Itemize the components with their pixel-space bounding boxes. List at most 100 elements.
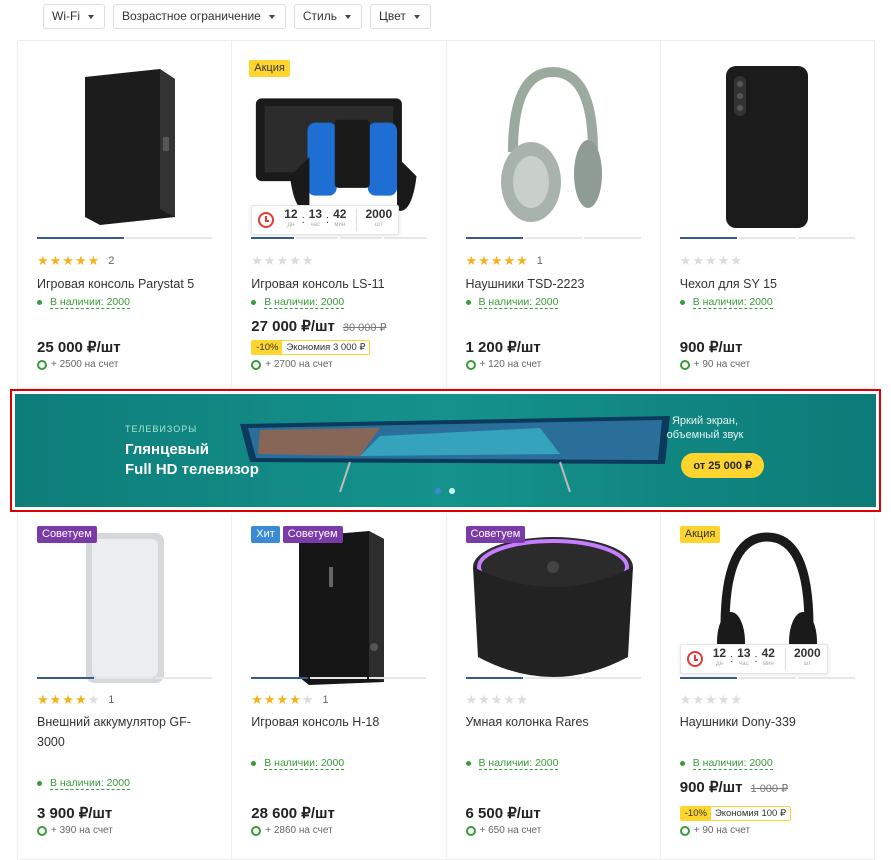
- product-title[interactable]: Игровая консоль Parystat 5: [37, 274, 217, 294]
- promo-banner[interactable]: ТЕЛЕВИЗОРЫ Глянцевый Full HD телевизор Яр…: [10, 389, 881, 512]
- bonus-info: + 390 на счет: [37, 825, 113, 836]
- filter-wifi[interactable]: Wi-Fi: [43, 4, 105, 29]
- discount-percent: -10%: [680, 807, 711, 820]
- recommended-badge: Советуем: [465, 526, 526, 543]
- pager-dot[interactable]: [679, 677, 737, 679]
- old-price: 30 000 ₽: [342, 322, 387, 334]
- old-price: 1 000 ₽: [750, 783, 789, 795]
- pager-dot[interactable]: [384, 237, 427, 239]
- bonus-info: + 2500 на счет: [37, 359, 118, 370]
- product-card[interactable]: ★★★★★ 2 Игровая консоль Parystat 5 В нали…: [18, 41, 233, 389]
- product-title[interactable]: Игровая консоль H-18: [251, 712, 431, 732]
- product-title[interactable]: Внешний аккумулятор GF-3000: [37, 712, 217, 752]
- bonus-icon: [37, 825, 47, 836]
- review-count: 1: [536, 255, 543, 267]
- image-pager[interactable]: [37, 237, 213, 239]
- pager-dot[interactable]: [583, 677, 641, 679]
- product-title[interactable]: Игровая консоль LS-11: [251, 274, 431, 294]
- bonus-icon: [465, 359, 476, 370]
- sale-badge: Акция: [679, 526, 721, 543]
- banner-pager[interactable]: [435, 488, 455, 494]
- banner-dot[interactable]: [435, 488, 441, 494]
- stock-status: В наличии: 2000: [679, 296, 773, 309]
- product-title[interactable]: Умная колонка Rares: [466, 712, 646, 732]
- pager-dot[interactable]: [465, 237, 523, 239]
- image-pager[interactable]: [251, 677, 427, 679]
- bonus-icon: [465, 825, 476, 836]
- pager-dot[interactable]: [524, 677, 582, 679]
- console-icon[interactable]: [251, 527, 426, 687]
- timer-days: 12 дн: [284, 207, 298, 228]
- pager-dot[interactable]: [37, 237, 124, 239]
- image-pager[interactable]: [251, 237, 427, 239]
- pager-dot[interactable]: [155, 677, 213, 679]
- product-grid-row2: Советуем ★★★★ ★ 1 Внешний аккумулятор GF-3…: [17, 515, 875, 860]
- product-card[interactable]: Советуем ★★★★ ★ 1 Внешний аккумулятор GF-3…: [18, 515, 233, 860]
- smart-speaker-icon[interactable]: [466, 527, 641, 687]
- banner-dot[interactable]: [449, 488, 455, 494]
- pager-dot[interactable]: [37, 677, 95, 679]
- discount-percent: -10%: [252, 341, 283, 354]
- product-card[interactable]: ★★★★★ 1 Наушники TSD-2223 В наличии: 2000…: [446, 41, 661, 389]
- pager-dot[interactable]: [679, 237, 737, 239]
- product-card[interactable]: Акция 12 дн : 13 час : 42 мин 2000 шт ★★★★★ …: [232, 41, 447, 389]
- bonus-info: + 90 на счет: [679, 359, 750, 370]
- product-card[interactable]: Советуем ★★★★★ Умная колонка Rares В нал…: [446, 515, 661, 860]
- stock-dot-icon: [37, 781, 42, 786]
- pager-dot[interactable]: [369, 677, 427, 679]
- product-card[interactable]: ★★★★★ Чехол для SY 15 В наличии: 2000 90…: [660, 41, 875, 389]
- sale-badge: Акция: [249, 60, 290, 77]
- filter-style[interactable]: Стиль: [293, 4, 362, 29]
- pager-dot[interactable]: [310, 677, 368, 679]
- timer-quantity: 2000 шт: [784, 647, 821, 670]
- pager-dot[interactable]: [251, 677, 309, 679]
- pager-dot[interactable]: [738, 677, 796, 679]
- pager-dot[interactable]: [583, 237, 641, 239]
- console-icon[interactable]: [37, 57, 212, 237]
- image-pager[interactable]: [465, 677, 641, 679]
- pager-dot[interactable]: [524, 237, 582, 239]
- rating-stars: ★★★★★1: [465, 253, 543, 268]
- banner-price-button[interactable]: от 25 000 ₽: [681, 453, 764, 478]
- tv-image-icon: [240, 416, 670, 493]
- rating-stars: ★★★★★: [679, 692, 744, 707]
- bonus-info: + 2860 на счет: [251, 825, 333, 836]
- stock-status: В наличии: 2000: [465, 757, 559, 770]
- timer-hours: 13 час: [308, 207, 323, 228]
- stock-dot-icon: [679, 761, 685, 766]
- power-bank-icon[interactable]: [37, 527, 212, 687]
- caret-down-icon: [268, 14, 275, 19]
- price: 1 200 ₽/шт: [465, 339, 541, 356]
- filter-age[interactable]: Возрастное ограничение: [112, 4, 286, 29]
- rating-stars: ★★★★★: [251, 253, 315, 268]
- bonus-icon: [37, 359, 47, 370]
- product-title[interactable]: Наушники Dony-339: [680, 712, 860, 732]
- image-pager[interactable]: [679, 677, 855, 679]
- badges: Советуем: [37, 526, 97, 543]
- product-title[interactable]: Чехол для SY 15: [680, 274, 860, 294]
- timer-hours: 13 час: [737, 646, 751, 667]
- pager-dot[interactable]: [797, 677, 855, 679]
- image-pager[interactable]: [679, 237, 855, 239]
- bonus-info: + 120 на счет: [465, 359, 541, 370]
- badges: Советуем: [465, 526, 526, 543]
- pager-dot[interactable]: [96, 677, 154, 679]
- pager-dot[interactable]: [125, 237, 213, 239]
- bonus-icon: [679, 359, 690, 370]
- image-pager[interactable]: [465, 237, 641, 239]
- phone-case-icon[interactable]: [680, 57, 855, 237]
- pager-dot[interactable]: [339, 237, 383, 239]
- pager-dot[interactable]: [797, 237, 855, 239]
- product-title[interactable]: Наушники TSD-2223: [466, 274, 646, 294]
- clock-icon: [686, 651, 703, 667]
- product-card[interactable]: Акция 12 дн : 13 час : 42 мин 2000 шт ★★★★★ …: [660, 515, 875, 860]
- filter-color[interactable]: Цвет: [369, 4, 431, 29]
- pager-dot[interactable]: [465, 677, 523, 679]
- headphones-icon[interactable]: [466, 57, 641, 237]
- image-pager[interactable]: [37, 677, 213, 679]
- filter-label: Цвет: [378, 9, 406, 23]
- pager-dot[interactable]: [295, 237, 338, 239]
- pager-dot[interactable]: [738, 237, 796, 239]
- pager-dot[interactable]: [251, 237, 294, 239]
- product-card[interactable]: Хит Советуем ★★★★ ★ 1 Игровая консоль H-18 …: [232, 515, 447, 860]
